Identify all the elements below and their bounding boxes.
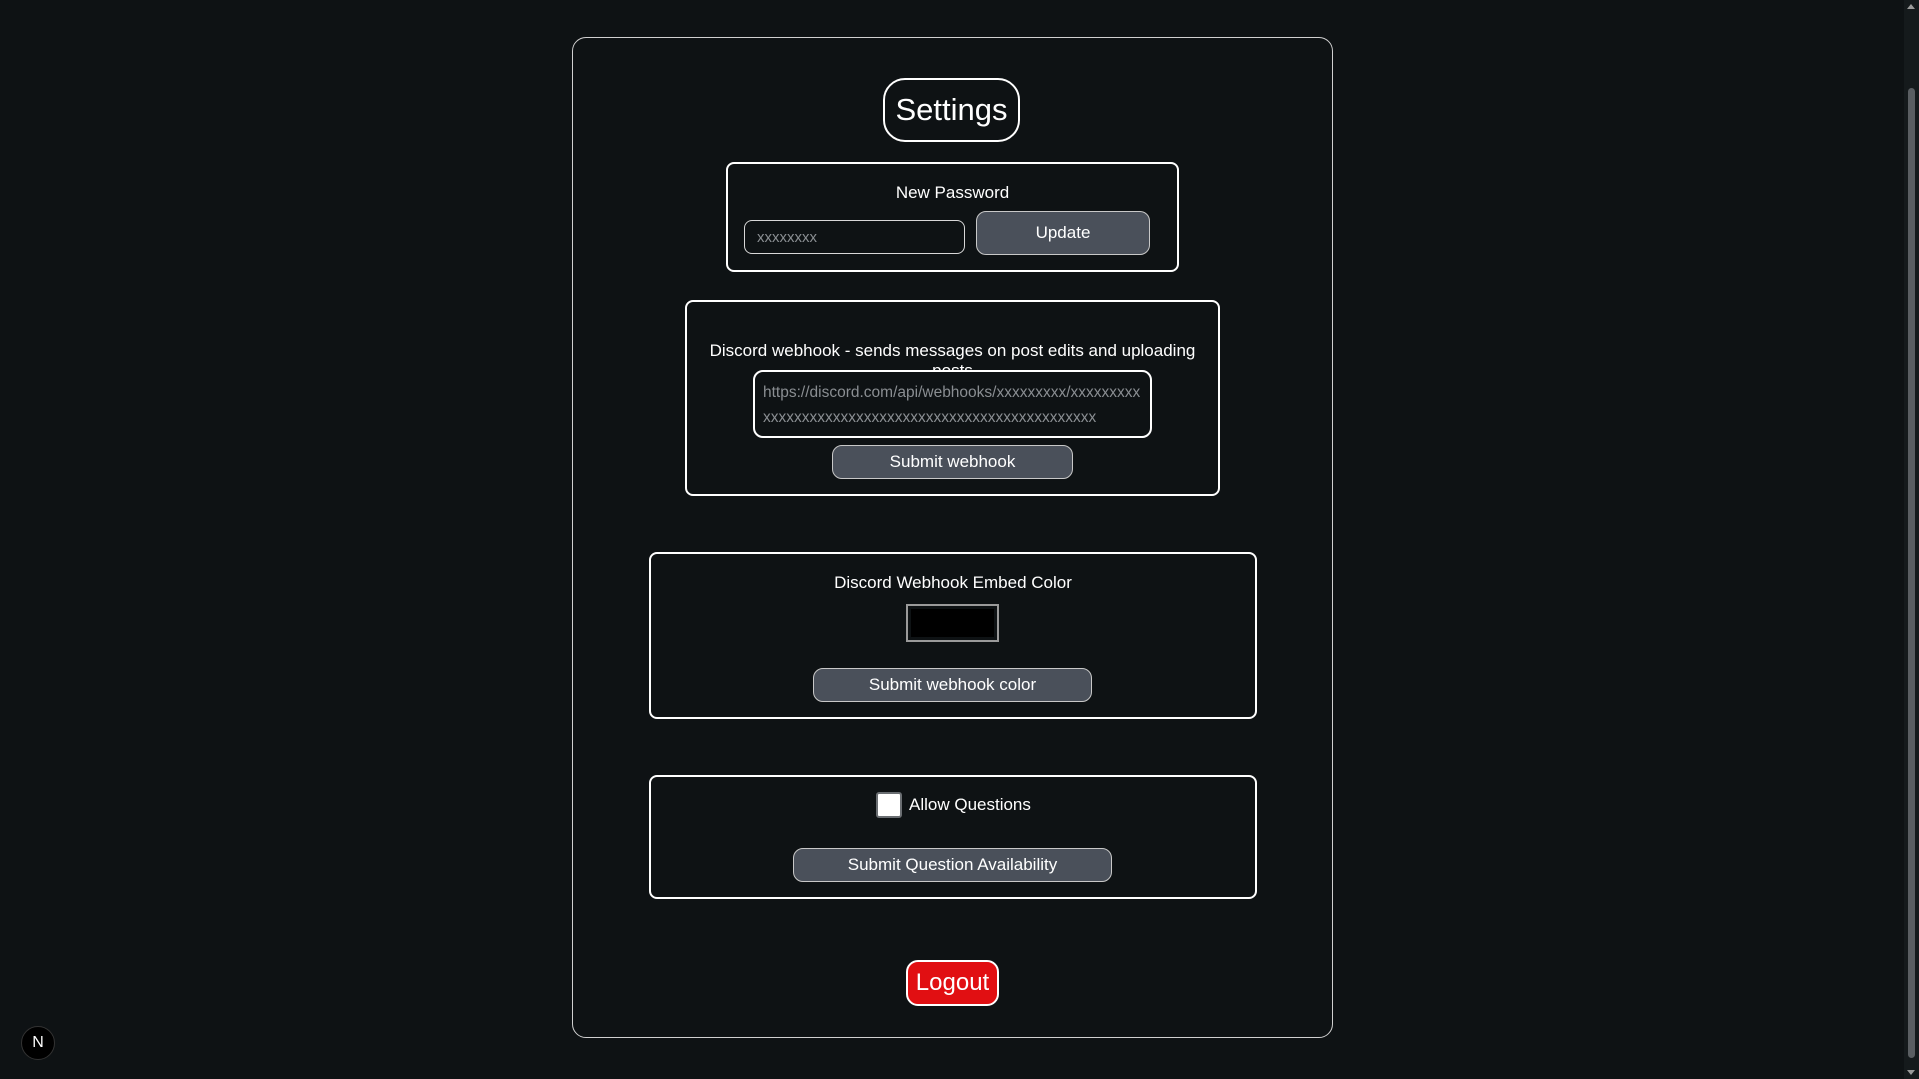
new-password-input[interactable] [744, 220, 965, 254]
submit-question-availability-button[interactable]: Submit Question Availability [793, 848, 1112, 882]
submit-webhook-color-button[interactable]: Submit webhook color [813, 668, 1092, 702]
webhook-url-input[interactable]: https://discord.com/api/webhooks/xxxxxxx… [753, 370, 1152, 438]
page-title: Settings [883, 78, 1020, 142]
scroll-down-icon[interactable] [1907, 1070, 1915, 1075]
settings-page: Settings New Password Update Discord web… [0, 0, 1919, 1079]
embed-color-picker[interactable] [906, 604, 999, 642]
submit-webhook-button[interactable]: Submit webhook [832, 445, 1073, 479]
color-swatch-fill [911, 609, 994, 637]
dev-tools-badge[interactable]: N [21, 1026, 55, 1060]
update-password-button[interactable]: Update [976, 211, 1150, 255]
page-scrollbar[interactable] [1904, 0, 1919, 1079]
scrollbar-thumb[interactable] [1908, 88, 1915, 1058]
allow-questions-checkbox[interactable] [876, 792, 902, 818]
password-label: New Password [895, 183, 1010, 202]
logout-button[interactable]: Logout [906, 960, 999, 1006]
embed-color-label: Discord Webhook Embed Color [834, 573, 1072, 592]
allow-questions-label: Allow Questions [909, 795, 1031, 814]
scroll-up-icon[interactable] [1907, 4, 1915, 9]
